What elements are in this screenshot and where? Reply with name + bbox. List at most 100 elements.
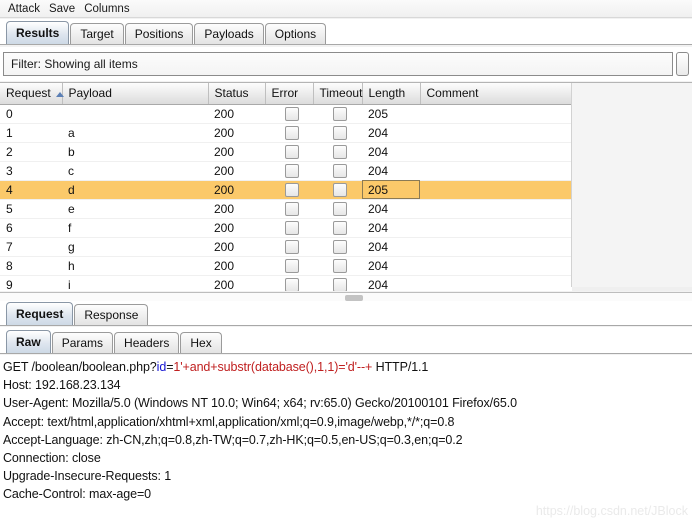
column-header-status[interactable]: Status bbox=[208, 83, 266, 105]
cell-error[interactable] bbox=[265, 161, 313, 181]
cell-error[interactable] bbox=[265, 199, 313, 219]
cell-payload[interactable]: h bbox=[62, 256, 208, 276]
timeout-checkbox[interactable] bbox=[333, 220, 347, 235]
filter-expand-button[interactable] bbox=[676, 52, 689, 76]
cell-payload[interactable]: d bbox=[62, 180, 208, 200]
cell-request[interactable]: 5 bbox=[0, 199, 62, 219]
cell-request[interactable]: 1 bbox=[0, 123, 62, 143]
column-header-request[interactable]: Request bbox=[0, 83, 64, 105]
cell-error[interactable] bbox=[265, 256, 313, 276]
timeout-checkbox[interactable] bbox=[333, 277, 347, 291]
cell-timeout[interactable] bbox=[313, 123, 362, 143]
cell-comment[interactable] bbox=[420, 142, 571, 162]
cell-length[interactable]: 205 bbox=[362, 104, 420, 124]
cell-payload[interactable]: g bbox=[62, 237, 208, 257]
cell-payload[interactable]: e bbox=[62, 199, 208, 219]
cell-payload[interactable]: c bbox=[62, 161, 208, 181]
timeout-checkbox[interactable] bbox=[333, 182, 347, 197]
cell-payload[interactable]: f bbox=[62, 218, 208, 238]
column-header-timeout[interactable]: Timeout bbox=[313, 83, 363, 105]
column-header-comment[interactable]: Comment bbox=[420, 83, 572, 105]
error-checkbox[interactable] bbox=[285, 201, 299, 216]
tab-results[interactable]: Results bbox=[6, 21, 70, 44]
cell-comment[interactable] bbox=[420, 161, 571, 181]
cell-comment[interactable] bbox=[420, 275, 571, 291]
table-row[interactable]: 0 200 205 bbox=[0, 104, 571, 124]
menu-item-attack[interactable]: Attack bbox=[6, 1, 47, 17]
error-checkbox[interactable] bbox=[285, 277, 299, 291]
tab-target[interactable]: Target bbox=[70, 23, 124, 44]
timeout-checkbox[interactable] bbox=[333, 258, 347, 273]
timeout-checkbox[interactable] bbox=[333, 144, 347, 159]
cell-length[interactable]: 204 bbox=[362, 142, 420, 162]
tab-positions[interactable]: Positions bbox=[124, 23, 194, 44]
cell-payload[interactable]: a bbox=[62, 123, 208, 143]
cell-length[interactable]: 204 bbox=[362, 218, 420, 238]
tab-request[interactable]: Request bbox=[6, 302, 74, 325]
cell-error[interactable] bbox=[265, 123, 313, 143]
cell-error[interactable] bbox=[265, 218, 313, 238]
tab-response[interactable]: Response bbox=[74, 304, 149, 325]
cell-payload[interactable]: i bbox=[62, 275, 208, 291]
error-checkbox[interactable] bbox=[285, 239, 299, 254]
table-row[interactable]: 6 f 200 204 bbox=[0, 218, 571, 238]
cell-request[interactable]: 0 bbox=[0, 104, 62, 124]
cell-timeout[interactable] bbox=[313, 237, 362, 257]
cell-status[interactable]: 200 bbox=[208, 180, 265, 200]
error-checkbox[interactable] bbox=[285, 220, 299, 235]
cell-comment[interactable] bbox=[420, 180, 571, 200]
tab-options[interactable]: Options bbox=[264, 23, 327, 44]
cell-length-focused[interactable]: 205 bbox=[362, 180, 420, 200]
cell-timeout[interactable] bbox=[313, 275, 362, 291]
cell-timeout[interactable] bbox=[313, 199, 362, 219]
cell-payload[interactable] bbox=[62, 104, 208, 124]
menu-item-columns[interactable]: Columns bbox=[82, 1, 136, 17]
cell-timeout[interactable] bbox=[313, 142, 362, 162]
cell-length[interactable]: 204 bbox=[362, 256, 420, 276]
filter-bar[interactable]: Filter: Showing all items bbox=[3, 52, 673, 76]
menu-item-save[interactable]: Save bbox=[47, 1, 82, 17]
table-row[interactable]: 8 h 200 204 bbox=[0, 256, 571, 276]
timeout-checkbox[interactable] bbox=[333, 239, 347, 254]
cell-timeout[interactable] bbox=[313, 218, 362, 238]
timeout-checkbox[interactable] bbox=[333, 125, 347, 140]
timeout-checkbox[interactable] bbox=[333, 106, 347, 121]
error-checkbox[interactable] bbox=[285, 144, 299, 159]
cell-status[interactable]: 200 bbox=[208, 199, 265, 219]
column-header-payload[interactable]: Payload bbox=[62, 83, 209, 105]
cell-error[interactable] bbox=[265, 180, 313, 200]
cell-comment[interactable] bbox=[420, 104, 571, 124]
table-row[interactable]: 5 e 200 204 bbox=[0, 199, 571, 219]
table-row-selected[interactable]: 4 d 200 205 bbox=[0, 180, 571, 200]
cell-comment[interactable] bbox=[420, 237, 571, 257]
cell-status[interactable]: 200 bbox=[208, 123, 265, 143]
error-checkbox[interactable] bbox=[285, 125, 299, 140]
cell-status[interactable]: 200 bbox=[208, 104, 265, 124]
cell-length[interactable]: 204 bbox=[362, 199, 420, 219]
cell-length[interactable]: 204 bbox=[362, 161, 420, 181]
cell-comment[interactable] bbox=[420, 199, 571, 219]
raw-request-editor[interactable]: GET /boolean/boolean.php?id=1'+and+subst… bbox=[0, 355, 692, 524]
tab-hex[interactable]: Hex bbox=[180, 332, 222, 353]
tab-params[interactable]: Params bbox=[51, 332, 114, 353]
timeout-checkbox[interactable] bbox=[333, 163, 347, 178]
cell-payload[interactable]: b bbox=[62, 142, 208, 162]
cell-status[interactable]: 200 bbox=[208, 256, 265, 276]
cell-status[interactable]: 200 bbox=[208, 275, 265, 291]
table-row[interactable]: 2 b 200 204 bbox=[0, 142, 571, 162]
table-row[interactable]: 3 c 200 204 bbox=[0, 161, 571, 181]
error-checkbox[interactable] bbox=[285, 258, 299, 273]
cell-status[interactable]: 200 bbox=[208, 161, 265, 181]
cell-request[interactable]: 3 bbox=[0, 161, 62, 181]
cell-timeout[interactable] bbox=[313, 104, 362, 124]
cell-status[interactable]: 200 bbox=[208, 237, 265, 257]
cell-comment[interactable] bbox=[420, 256, 571, 276]
cell-status[interactable]: 200 bbox=[208, 218, 265, 238]
column-header-length[interactable]: Length bbox=[362, 83, 421, 105]
cell-request[interactable]: 8 bbox=[0, 256, 62, 276]
tab-headers[interactable]: Headers bbox=[114, 332, 180, 353]
table-row[interactable]: 7 g 200 204 bbox=[0, 237, 571, 257]
cell-comment[interactable] bbox=[420, 123, 571, 143]
cell-length[interactable]: 204 bbox=[362, 275, 420, 291]
cell-status[interactable]: 200 bbox=[208, 142, 265, 162]
